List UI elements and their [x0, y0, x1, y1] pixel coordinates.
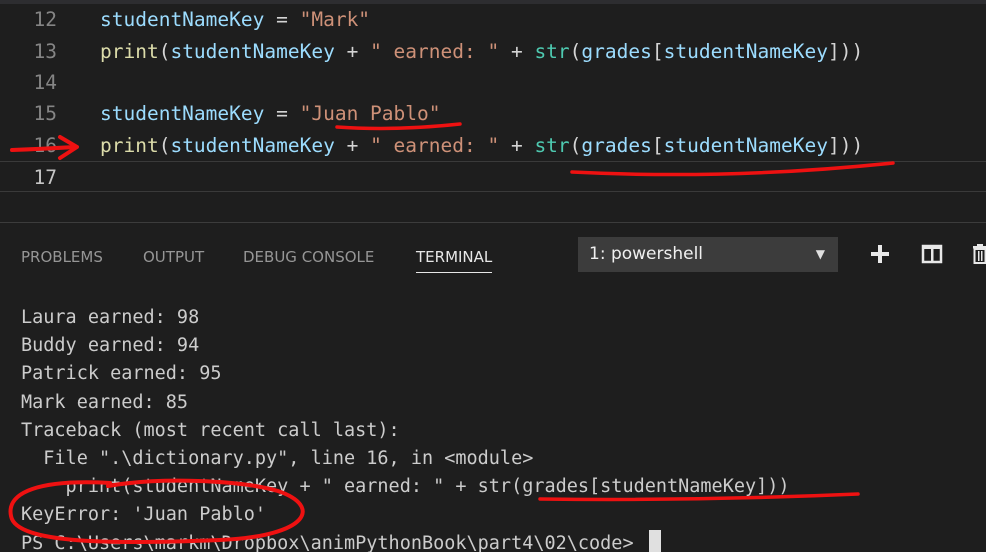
- code-text: studentNameKey = "Mark": [100, 4, 370, 35]
- terminal-line: Laura earned: 98: [21, 304, 199, 332]
- line-number: 16: [33, 134, 57, 157]
- terminal-line-text: Buddy earned: 94: [21, 335, 200, 357]
- code-line[interactable]: 14: [0, 67, 986, 98]
- plus-icon[interactable]: [869, 243, 891, 265]
- terminal-line-text: Traceback (most recent call last):: [21, 419, 400, 441]
- terminal-line-text: Laura earned: 98: [21, 307, 200, 328]
- code-token: print: [100, 40, 159, 63]
- code-token: studentNameKey: [663, 134, 828, 157]
- code-token: grades: [581, 134, 652, 157]
- code-token: studentNameKey: [100, 102, 265, 125]
- chevron-down-icon: ▼: [815, 247, 825, 261]
- code-token: studentNameKey: [100, 8, 265, 31]
- code-token: (: [158, 40, 171, 63]
- code-token: " earned: ": [370, 134, 500, 157]
- line-number: 14: [33, 71, 57, 94]
- code-token: studentNameKey: [663, 40, 828, 63]
- tab-problems[interactable]: PROBLEMS: [21, 245, 103, 273]
- code-token: =: [264, 8, 300, 31]
- terminal-line: Patrick earned: 95: [21, 360, 221, 388]
- tab-debug-console[interactable]: DEBUG CONSOLE: [243, 245, 374, 273]
- code-token: studentNameKey: [170, 40, 335, 63]
- split-terminal-icon[interactable]: [921, 243, 943, 265]
- code-token: +: [334, 40, 371, 63]
- code-token: str: [534, 134, 570, 157]
- code-token: "Mark": [299, 8, 371, 31]
- terminal-line-text: KeyError: 'Juan Pablo': [21, 504, 267, 526]
- code-token: +: [334, 134, 371, 157]
- code-token: (: [569, 40, 582, 63]
- terminal-prompt: PS C:\Users\markm\Dropbox\animPythonBook…: [21, 529, 661, 552]
- code-token: [: [651, 40, 664, 63]
- code-token: =: [264, 102, 300, 125]
- code-text: studentNameKey = "Juan Pablo": [100, 98, 441, 129]
- code-line[interactable]: 17: [0, 161, 986, 192]
- code-token: ])): [828, 40, 864, 63]
- tab-terminal[interactable]: TERMINAL: [416, 245, 493, 273]
- terminal-select[interactable]: 1: powershell ▼: [578, 237, 838, 272]
- tab-output[interactable]: OUTPUT: [143, 245, 204, 273]
- terminal-line-text: print(studentNameKey + " earned: " + str…: [21, 476, 790, 498]
- bottom-panel: PROBLEMS OUTPUT DEBUG CONSOLE TERMINAL 1…: [0, 222, 986, 552]
- code-line[interactable]: 15 studentNameKey = "Juan Pablo": [0, 98, 986, 129]
- code-text: print(studentNameKey + " earned: " + str…: [100, 36, 863, 67]
- terminal-cursor: [648, 529, 661, 552]
- code-token: grades: [581, 40, 652, 63]
- terminal-line: Buddy earned: 94: [21, 332, 199, 360]
- code-token: studentNameKey: [170, 134, 335, 157]
- terminal-line: File ".\dictionary.py", line 16, in <mod…: [21, 445, 533, 473]
- terminal-line: print(studentNameKey + " earned: " + str…: [21, 473, 790, 501]
- code-token: +: [499, 134, 535, 157]
- code-line[interactable]: 12 studentNameKey = "Mark": [0, 4, 986, 35]
- line-number: 17: [33, 166, 57, 189]
- code-token: str: [534, 40, 570, 63]
- code-token: ])): [828, 134, 864, 157]
- code-token: [: [651, 134, 664, 157]
- code-token: print: [100, 134, 159, 157]
- code-token: " earned: ": [370, 40, 500, 63]
- terminal-line-text: Mark earned: 85: [21, 391, 189, 413]
- line-number: 12: [33, 8, 57, 31]
- terminal-line-text: Patrick earned: 95: [21, 363, 222, 385]
- terminal-select-value: 1: powershell: [589, 244, 704, 264]
- line-number: 15: [33, 102, 57, 125]
- code-text: print(studentNameKey + " earned: " + str…: [100, 130, 863, 161]
- code-line[interactable]: 13 print(studentNameKey + " earned: " + s…: [0, 36, 986, 67]
- terminal-line: Mark earned: 85: [21, 389, 188, 417]
- code-token: (: [569, 134, 582, 157]
- terminal-line-text: PS C:\Users\markm\Dropbox\animPythonBook…: [21, 532, 645, 552]
- code-line[interactable]: 16 print(studentNameKey + " earned: " + s…: [0, 130, 986, 161]
- line-number: 13: [33, 40, 57, 63]
- terminal-line: Traceback (most recent call last):: [21, 417, 400, 445]
- terminal-line: KeyError: 'Juan Pablo': [21, 501, 266, 529]
- code-token: "Juan Pablo": [299, 102, 441, 125]
- terminal-line-text: File ".\dictionary.py", line 16, in <mod…: [21, 448, 534, 469]
- code-token: +: [499, 40, 535, 63]
- code-token: (: [158, 134, 171, 157]
- trash-icon[interactable]: [972, 243, 986, 265]
- code-editor[interactable]: 12 studentNameKey = "Mark" 13 print(student…: [0, 0, 986, 222]
